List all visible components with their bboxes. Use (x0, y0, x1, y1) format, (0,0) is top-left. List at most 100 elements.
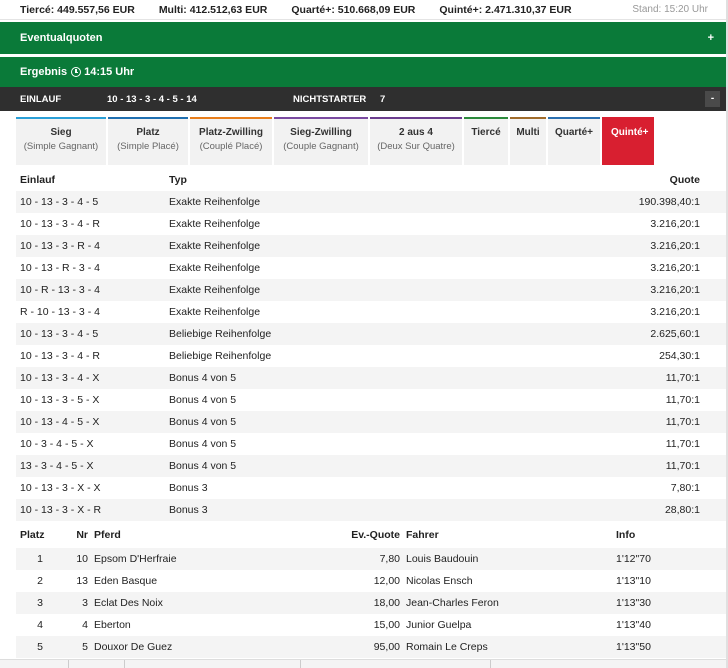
quote-cell: 11,70:1 (665, 438, 700, 450)
eventualquoten-header[interactable]: Eventualquoten + (0, 22, 728, 54)
quote-cell: 28,80:1 (569, 499, 726, 521)
nichtstarter-value: 7 (380, 93, 386, 105)
pferd-cell: Epsom D'Herfraie (94, 548, 344, 570)
quote-cell: 7,80:1 (670, 482, 700, 494)
typ-cell: Bonus 4 von 5 (169, 455, 569, 477)
typ-cell: Beliebige Reihenfolge (169, 323, 569, 345)
results-header-row: Platz Nr Pferd Ev.-Quote Fahrer Info (16, 521, 728, 548)
quote-cell: 3.216,20:1 (650, 306, 700, 318)
table-row: 10 - 13 - 3 - 4 - R Exakte Reihenfolge 3.2… (16, 213, 726, 235)
fahrer-cell: Junior Guelpa (406, 619, 472, 631)
quote-cell: 254,30:1 (659, 350, 700, 362)
quote-cell: 3.216,20:1 (569, 279, 726, 301)
table-row: 10 - 13 - 3 - 4 - R Beliebige Reihenfolge… (16, 345, 726, 367)
col-quote: Quote (669, 174, 700, 186)
einlauf-cell: 10 - 13 - 3 - 4 - R (20, 350, 100, 362)
nr-cell: 13 (76, 575, 88, 587)
table-row: 5 5 Douxor De Guez 95,00 Romain Le Creps 1'13… (16, 636, 728, 658)
multi-pool: Multi: 412.512,63 EUR (158, 3, 268, 16)
nr-cell: 5 (64, 636, 94, 658)
col-evquote: Ev.-Quote (351, 528, 400, 541)
col-typ: Typ (169, 174, 187, 186)
evquote-cell: 95,00 (344, 636, 406, 658)
clock-icon (71, 67, 82, 77)
pferd-cell: Eden Basque (94, 575, 158, 587)
tab-multi[interactable]: Multi (510, 117, 546, 165)
typ-cell: Exakte Reihenfolge (169, 218, 261, 230)
einlauf-cell: 10 - R - 13 - 3 - 4 (16, 279, 169, 301)
quote-cell: 3.216,20:1 (569, 235, 726, 257)
einlauf-cell: R - 10 - 13 - 3 - 4 (20, 306, 100, 318)
col-info: Info (616, 528, 636, 541)
quinte-pool: Quinté+: 2.471.310,37 EUR (439, 3, 572, 16)
table-row: 2 13 Eden Basque 12,00 Nicolas Ensch 1'13"10 (16, 570, 728, 592)
nichtstarter-label: NICHTSTARTER (293, 93, 367, 105)
typ-cell: Exakte Reihenfolge (169, 235, 569, 257)
info-cell: 1'12"70 (616, 548, 728, 570)
table-row: 1 10 Epsom D'Herfraie 7,80 Louis Baudouin 1'1… (16, 548, 728, 570)
table-row: 10 - 13 - 3 - R - 4 Exakte Reihenfolge 3.2… (16, 235, 726, 257)
quote-cell: 190.398,40:1 (569, 191, 726, 213)
ergebnis-time: 14:15 Uhr (84, 66, 135, 78)
tab-quinte[interactable]: Quinté+ (602, 117, 654, 165)
table-row: 10 - 13 - 3 - 4 - 5 Beliebige Reihenfolge… (16, 323, 726, 345)
einlauf-cell: 10 - 13 - 4 - 5 - X (16, 411, 169, 433)
table-row: 10 - 13 - 3 - 4 - 5 Exakte Reihenfolge 190… (16, 191, 726, 213)
divider (300, 660, 301, 668)
tierce-pool: Tiercé: 449.557,56 EUR (20, 3, 135, 16)
tab-platz[interactable]: Platz (Simple Placé) (108, 117, 188, 165)
evquote-cell: 12,00 (373, 575, 400, 587)
pferd-cell: Douxor De Guez (94, 636, 344, 658)
einlauf-value: 10 - 13 - 3 - 4 - 5 - 14 (107, 93, 197, 105)
nr-cell: 3 (64, 592, 94, 614)
einlauf-cell: 10 - 13 - 3 - 4 - R (20, 218, 100, 230)
table-row: 10 - 13 - R - 3 - 4 Exakte Reihenfolge 3.2… (16, 257, 726, 279)
platz-cell: 4 (37, 619, 43, 631)
table-row: 3 3 Eclat Des Noix 18,00 Jean-Charles Feron 1… (16, 592, 728, 614)
quote-cell: 11,70:1 (569, 367, 726, 389)
typ-cell: Bonus 3 (169, 499, 569, 521)
typ-cell: Bonus 3 (169, 482, 208, 494)
typ-cell: Exakte Reihenfolge (169, 191, 569, 213)
nr-cell: 4 (82, 619, 88, 631)
typ-cell: Bonus 4 von 5 (169, 438, 237, 450)
tab-2-aus-4[interactable]: 2 aus 4 (Deux Sur Quatre) (370, 117, 462, 165)
pool-totals-bar: Tiercé: 449.557,56 EUR Multi: 412.512,63… (0, 0, 728, 20)
tab-tierce[interactable]: Tiercé (464, 117, 508, 165)
ergebnis-label: Ergebnis (20, 66, 68, 78)
quote-cell: 3.216,20:1 (650, 218, 700, 230)
quoten-header-row: Einlauf Typ Quote (16, 169, 726, 191)
tab-sieg-zwilling[interactable]: Sieg-Zwilling (Couple Gagnant) (274, 117, 368, 165)
table-row: 10 - R - 13 - 3 - 4 Exakte Reihenfolge 3.2… (16, 279, 726, 301)
bet-type-tabs: Sieg (Simple Gagnant) Platz (Simple Placé)… (0, 117, 728, 165)
info-cell: 1'13"50 (616, 636, 728, 658)
typ-cell: Exakte Reihenfolge (169, 262, 261, 274)
table-row: R - 10 - 13 - 3 - 4 Exakte Reihenfolge 3.2… (16, 301, 726, 323)
tab-quarte[interactable]: Quarté+ (548, 117, 600, 165)
tab-platz-zwilling[interactable]: Platz-Zwilling (Couplé Placé) (190, 117, 272, 165)
fahrer-cell: Nicolas Ensch (406, 575, 473, 587)
info-cell: 1'13"30 (616, 592, 728, 614)
platz-cell: 2 (37, 575, 43, 587)
einlauf-bar: EINLAUF 10 - 13 - 3 - 4 - 5 - 14 NICHTST… (0, 87, 728, 111)
pferd-cell: Eberton (94, 619, 131, 631)
results-table: Platz Nr Pferd Ev.-Quote Fahrer Info 1 10… (16, 521, 728, 658)
collapse-button[interactable]: - (705, 91, 720, 107)
quoten-table: Einlauf Typ Quote 10 - 13 - 3 - 4 - 5 Exa… (16, 169, 726, 521)
tab-sieg[interactable]: Sieg (Simple Gagnant) (16, 117, 106, 165)
fahrer-cell: Romain Le Creps (406, 636, 616, 658)
evquote-cell: 7,80 (344, 548, 406, 570)
fahrer-cell: Louis Baudouin (406, 548, 616, 570)
table-row: 10 - 3 - 4 - 5 - X Bonus 4 von 5 11,70:1 (16, 433, 726, 455)
expand-icon[interactable]: + (708, 32, 714, 44)
pferd-cell: Eclat Des Noix (94, 592, 344, 614)
evquote-cell: 18,00 (344, 592, 406, 614)
quarte-pool: Quarté+: 510.668,09 EUR (291, 3, 416, 16)
divider (68, 660, 69, 668)
table-row: 13 - 3 - 4 - 5 - X Bonus 4 von 5 11,70:1 (16, 455, 726, 477)
table-row: 10 - 13 - 3 - X - X Bonus 3 7,80:1 (16, 477, 726, 499)
einlauf-cell: 10 - 13 - 3 - R - 4 (16, 235, 169, 257)
quote-cell: 11,70:1 (665, 394, 700, 406)
col-platz: Platz (20, 528, 45, 541)
platz-cell: 3 (16, 592, 64, 614)
